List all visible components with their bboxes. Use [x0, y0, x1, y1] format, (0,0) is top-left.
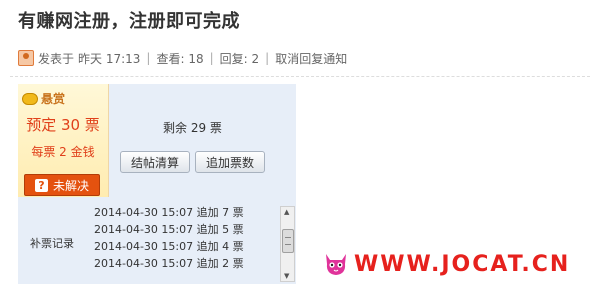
gold-ingot-icon [22, 92, 38, 105]
reply-count: 回复: 2 [219, 51, 260, 66]
add-votes-button[interactable]: 追加票数 [195, 151, 265, 173]
meta-separator: | [146, 51, 151, 65]
vote-records-label: 补票记录 [30, 237, 74, 250]
settle-button[interactable]: 结帖清算 [120, 151, 190, 173]
reward-preset-votes: 预定 30 票 [26, 116, 100, 134]
cat-logo-icon [326, 254, 346, 275]
question-icon: ? [34, 178, 48, 192]
list-item: 2014-04-30 15:07 追加 4 票 [94, 240, 244, 253]
records-scrollbar[interactable]: ▲ ▼ [280, 206, 295, 282]
cancel-reply-notify-link[interactable]: 取消回复通知 [275, 50, 347, 67]
author-avatar-icon[interactable] [18, 50, 34, 66]
remaining-votes: 剩余 29 票 [163, 121, 222, 135]
reward-tag-label: 悬赏 [41, 92, 66, 106]
status-label: 未解决 [52, 178, 89, 193]
divider [10, 76, 590, 77]
scrollbar-thumb[interactable] [282, 229, 294, 253]
post-meta-bar: 发表于 昨天 17:13 | 查看: 18 | 回复: 2 | 取消回复通知 [0, 44, 600, 72]
site-watermark: WWW.JOCAT.CN [318, 248, 588, 282]
list-item: 2014-04-30 15:07 追加 7 票 [94, 206, 244, 219]
list-item: 2014-04-30 15:07 追加 5 票 [94, 223, 244, 236]
post-title: 有赚网注册，注册即可完成 [18, 11, 240, 32]
reward-tag: 悬赏 [22, 90, 65, 107]
scroll-down-arrow-icon[interactable]: ▼ [284, 272, 289, 280]
meta-separator: | [265, 51, 270, 65]
meta-separator: | [209, 51, 214, 65]
view-count: 查看: 18 [156, 51, 204, 66]
status-badge: ? 未解决 [24, 174, 100, 196]
posted-prefix: 发表于 [38, 51, 75, 66]
posted-time: 昨天 17:13 [78, 51, 141, 66]
vote-records-list: 2014-04-30 15:07 追加 7 票 2014-04-30 15:07… [94, 204, 279, 282]
scroll-up-arrow-icon[interactable]: ▲ [284, 208, 289, 216]
list-item: 2014-04-30 15:07 追加 2 票 [94, 257, 244, 270]
reward-panel: 悬赏 预定 30 票 每票 2 金钱 ? 未解决 剩余 29 票 结帖清算 追加… [18, 84, 296, 284]
reward-per-vote: 每票 2 金钱 [31, 145, 95, 159]
watermark-text: WWW.JOCAT.CN [354, 252, 571, 277]
reward-box: 悬赏 预定 30 票 每票 2 金钱 ? 未解决 [18, 84, 109, 197]
